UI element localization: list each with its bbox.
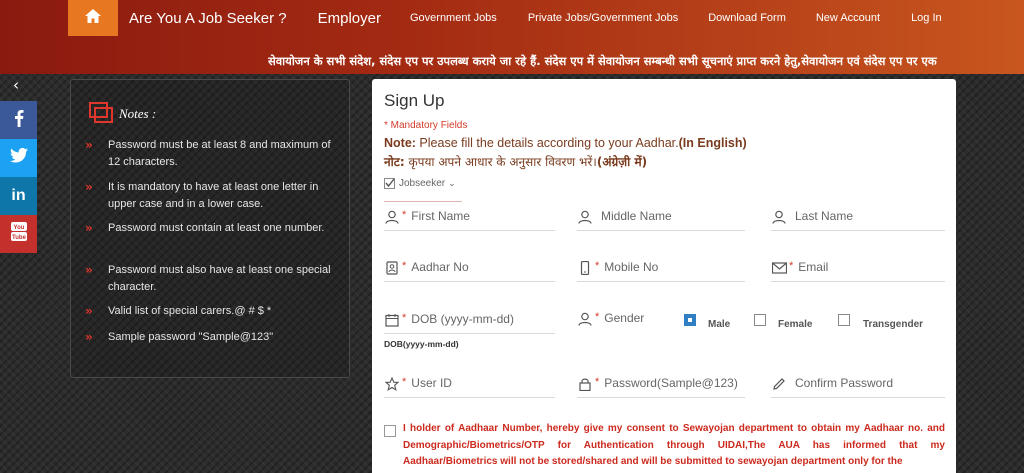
gender-label: * Gender bbox=[577, 311, 667, 333]
first-name-field[interactable]: * First Name bbox=[384, 209, 555, 231]
gender-male-label: Male bbox=[708, 319, 731, 330]
back-chevron-icon[interactable]: ‹ bbox=[13, 76, 19, 94]
gender-transgender-radio[interactable] bbox=[838, 314, 850, 326]
note-item: » Password must contain at least one num… bbox=[85, 221, 325, 235]
user-icon bbox=[384, 209, 400, 225]
nav-job-seeker[interactable]: Are You A Job Seeker ? bbox=[129, 10, 287, 27]
user-type-select[interactable]: Jobseeker ⌄ bbox=[384, 178, 462, 202]
home-button[interactable] bbox=[68, 0, 118, 36]
note-item: » Password must be at least 8 and maximu… bbox=[85, 138, 331, 168]
consent-checkbox[interactable] bbox=[384, 425, 396, 437]
dob-format-hint: DOB(yyyy-mm-dd) bbox=[384, 339, 459, 349]
nav-log-in[interactable]: Log In bbox=[911, 12, 942, 24]
double-chevron-icon: » bbox=[85, 304, 93, 318]
gender-female-label: Female bbox=[778, 319, 813, 330]
home-icon bbox=[85, 8, 101, 28]
linkedin-button[interactable]: in bbox=[0, 177, 37, 215]
nav-employer[interactable]: Employer bbox=[318, 10, 381, 27]
gender-male-radio[interactable] bbox=[684, 314, 696, 326]
note-item: » It is mandatory to have at least one l… bbox=[85, 180, 319, 210]
last-name-field[interactable]: Last Name bbox=[771, 209, 945, 231]
aadhar-note-english: Note: Please fill the details according … bbox=[384, 136, 747, 150]
notes-panel: Notes : » Password must be at least 8 an… bbox=[70, 79, 350, 378]
aadhar-field[interactable]: * Aadhar No bbox=[384, 260, 555, 282]
nav-government-jobs[interactable]: Government Jobs bbox=[410, 12, 497, 24]
password-field[interactable]: * Password(Sample@123) bbox=[577, 376, 745, 398]
user-icon bbox=[771, 209, 787, 225]
signup-form: Sign Up * Mandatory Fields Note: Please … bbox=[372, 79, 956, 473]
email-field[interactable]: * Email bbox=[771, 260, 945, 282]
double-chevron-icon: » bbox=[85, 180, 93, 194]
aadhar-note-hindi: नोट: कृपया अपने आधार के अनुसार विवरण भरे… bbox=[384, 155, 648, 169]
nav-download-form[interactable]: Download Form bbox=[708, 12, 786, 24]
note-item: » Valid list of special carers.@ # $ * bbox=[85, 304, 272, 318]
svg-text:Tube: Tube bbox=[12, 235, 27, 241]
mobile-icon bbox=[577, 260, 593, 276]
aadhaar-consent-text: I holder of Aadhaar Number, hereby give … bbox=[403, 423, 945, 467]
youtube-icon: You Tube bbox=[10, 221, 28, 247]
news-marquee: सेवायोजन के सभी संदेश, संदेस एप पर उपलब्… bbox=[268, 54, 937, 68]
note-item: » Password must also have at least one s… bbox=[85, 263, 331, 293]
double-chevron-icon: » bbox=[85, 138, 93, 152]
note-item: » Sample password "Sample@123" bbox=[85, 330, 274, 344]
envelope-icon bbox=[771, 260, 787, 276]
double-chevron-icon: » bbox=[85, 221, 93, 235]
notes-icon bbox=[89, 102, 113, 129]
double-chevron-icon: » bbox=[85, 330, 93, 344]
top-header: Are You A Job Seeker ? Employer Governme… bbox=[0, 0, 1024, 74]
nav-new-account[interactable]: New Account bbox=[816, 12, 880, 24]
gender-female-radio[interactable] bbox=[754, 314, 766, 326]
double-chevron-icon: » bbox=[85, 263, 93, 277]
mandatory-fields-note: * Mandatory Fields bbox=[384, 120, 468, 131]
checkbox-icon bbox=[384, 178, 395, 192]
user-icon bbox=[577, 209, 593, 225]
facebook-icon bbox=[14, 109, 24, 132]
chevron-down-icon: ⌄ bbox=[448, 178, 456, 188]
confirm-password-field[interactable]: Confirm Password bbox=[771, 376, 945, 398]
user-id-field[interactable]: * User ID bbox=[384, 376, 555, 398]
signup-title: Sign Up bbox=[384, 91, 445, 110]
calendar-icon bbox=[384, 312, 400, 328]
twitter-button[interactable] bbox=[0, 139, 37, 177]
youtube-button[interactable]: You Tube bbox=[0, 215, 37, 253]
lock-icon bbox=[577, 376, 593, 392]
mobile-field[interactable]: * Mobile No bbox=[577, 260, 745, 282]
linkedin-icon: in bbox=[11, 187, 26, 204]
twitter-icon bbox=[9, 147, 28, 168]
facebook-button[interactable] bbox=[0, 101, 37, 139]
main-nav: Are You A Job Seeker ? Employer Governme… bbox=[68, 0, 942, 36]
id-card-icon bbox=[384, 260, 400, 276]
middle-name-field[interactable]: Middle Name bbox=[577, 209, 745, 231]
notes-title: Notes : bbox=[119, 106, 157, 121]
dob-field[interactable]: * DOB (yyyy-mm-dd) bbox=[384, 312, 555, 334]
star-icon bbox=[384, 376, 400, 392]
pencil-icon bbox=[771, 376, 787, 392]
gender-transgender-label: Transgender bbox=[863, 319, 924, 330]
svg-text:You: You bbox=[13, 225, 24, 231]
user-icon bbox=[577, 311, 593, 327]
nav-private-jobs[interactable]: Private Jobs/Government Jobs bbox=[528, 12, 678, 24]
